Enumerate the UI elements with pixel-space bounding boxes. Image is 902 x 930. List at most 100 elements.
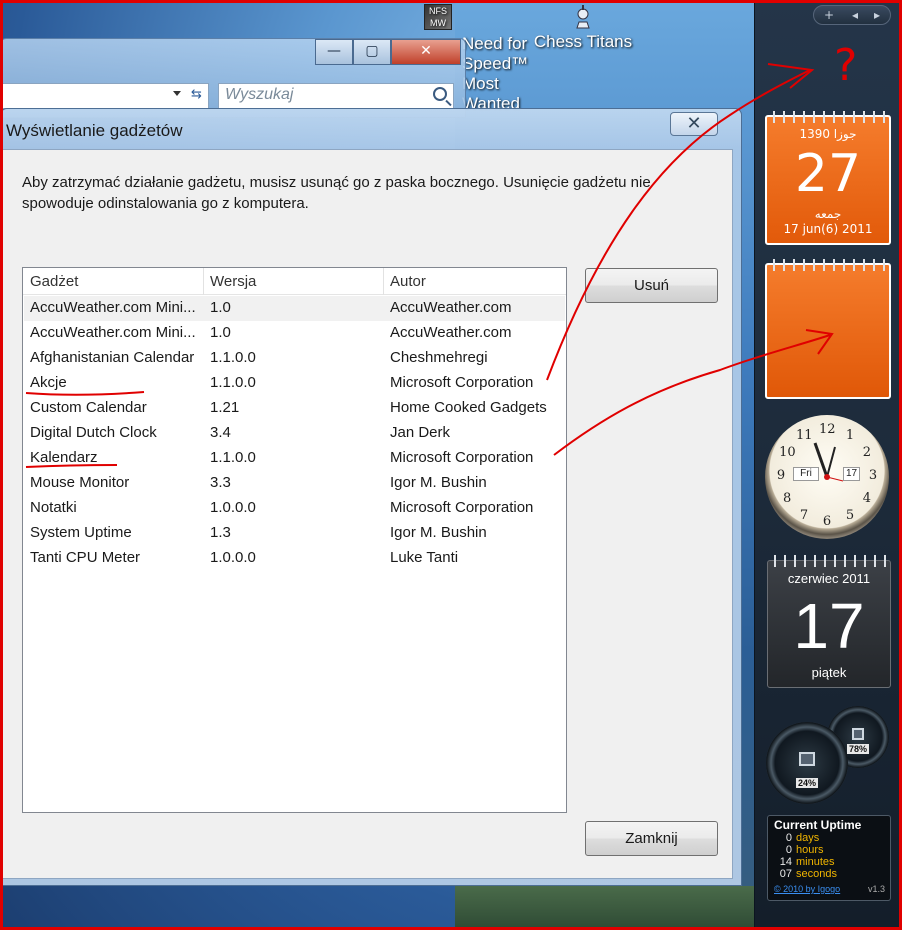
- next-page-button[interactable]: ▸: [874, 8, 880, 22]
- cell-version: 1.0.0.0: [210, 499, 256, 516]
- address-bar[interactable]: [1, 83, 209, 109]
- uptime-unit: seconds: [796, 868, 837, 880]
- column-header-author[interactable]: Autor: [390, 273, 426, 290]
- table-row[interactable]: Mouse Monitor 3.3 Igor M. Bushin: [24, 471, 565, 496]
- chevron-down-icon[interactable]: [173, 91, 181, 96]
- table-row[interactable]: AccuWeather.com Mini... 1.0 AccuWeather.co…: [24, 321, 565, 346]
- cell-author: Microsoft Corporation: [390, 449, 534, 466]
- desktop-icon-chess-titans[interactable]: Chess Titans: [528, 4, 638, 52]
- cell-version: 1.0: [210, 324, 231, 341]
- uptime-gadget[interactable]: Current Uptime 0 days 0 hours 14 minutes 07 sec…: [767, 815, 891, 901]
- remove-button[interactable]: Usuń: [585, 268, 718, 303]
- list-header: Gadżet Wersja Autor: [23, 268, 566, 295]
- cell-gadget: Mouse Monitor: [30, 474, 130, 491]
- search-icon[interactable]: [433, 87, 447, 101]
- column-divider[interactable]: [383, 268, 384, 295]
- cell-author: Igor M. Bushin: [390, 524, 487, 541]
- gadgets-dialog: Wyświetlanie gadżetów ✕ Aby zatrzymać dz…: [0, 108, 742, 886]
- table-row[interactable]: Notatki 1.0.0.0 Microsoft Corporation: [24, 496, 565, 521]
- calendar-weekday: piątek: [811, 665, 847, 680]
- afghan-calendar-date: 17 jun(6) 2011: [783, 222, 873, 236]
- memory-icon: [852, 728, 864, 740]
- close-dialog-button[interactable]: Zamknij: [585, 821, 718, 856]
- table-row[interactable]: Custom Calendar 1.21 Home Cooked Gadgets: [24, 396, 565, 421]
- add-gadget-button[interactable]: +: [824, 8, 834, 22]
- table-row[interactable]: Afghanistanian Calendar 1.1.0.0 Cheshmehre…: [24, 346, 565, 371]
- cell-author: AccuWeather.com: [390, 324, 512, 341]
- afghan-calendar-day: 27: [794, 144, 862, 204]
- uptime-row: 0 hours: [774, 844, 824, 856]
- uptime-unit: hours: [796, 844, 824, 856]
- cell-author: Luke Tanti: [390, 549, 459, 566]
- cell-author: Home Cooked Gadgets: [390, 399, 547, 416]
- calendar-rings: [768, 555, 890, 567]
- calendar-gadget[interactable]: czerwiec 2011 17 piątek: [767, 555, 891, 688]
- calendar-rings: [767, 111, 889, 123]
- table-row[interactable]: Digital Dutch Clock 3.4 Jan Derk: [24, 421, 565, 446]
- cell-version: 1.0.0.0: [210, 549, 256, 566]
- table-row[interactable]: System Uptime 1.3 Igor M. Bushin: [24, 521, 565, 546]
- table-row[interactable]: Akcje 1.1.0.0 Microsoft Corporation: [24, 371, 565, 396]
- uptime-row: 07 seconds: [774, 868, 837, 880]
- cell-author: Cheshmehregi: [390, 349, 488, 366]
- cell-version: 1.21: [210, 399, 240, 416]
- memory-usage: 78%: [846, 744, 870, 754]
- uptime-row: 14 minutes: [774, 856, 835, 868]
- cell-version: 1.3: [210, 524, 231, 541]
- cpu-icon: [799, 752, 815, 766]
- uptime-credit-link[interactable]: © 2010 by Igogo: [774, 884, 840, 894]
- maximize-button[interactable]: ▢: [353, 39, 391, 65]
- cell-gadget: System Uptime: [30, 524, 132, 541]
- clock-gadget[interactable]: 12 1 2 3 4 5 6 7 8 9 10 11 Fri 17: [765, 415, 889, 539]
- cell-gadget: Digital Dutch Clock: [30, 424, 157, 441]
- cell-gadget: AccuWeather.com Mini...: [30, 324, 196, 341]
- previous-page-button[interactable]: ◂: [852, 8, 858, 22]
- minimize-button[interactable]: —: [315, 39, 353, 65]
- uptime-version: v1.3: [867, 884, 885, 894]
- table-row[interactable]: AccuWeather.com Mini... 1.0 AccuWeather.co…: [24, 296, 565, 321]
- cell-gadget: Akcje: [30, 374, 67, 391]
- search-input[interactable]: Wyszukaj: [218, 83, 454, 109]
- refresh-icon[interactable]: ⇆: [191, 87, 202, 102]
- cell-gadget: AccuWeather.com Mini...: [30, 299, 196, 316]
- cell-version: 1.0: [210, 299, 231, 316]
- cell-version: 1.1.0.0: [210, 349, 256, 366]
- blank-calendar-gadget[interactable]: [765, 259, 891, 399]
- cell-author: Jan Derk: [390, 424, 451, 441]
- cell-author: Microsoft Corporation: [390, 499, 534, 516]
- cell-gadget: Afghanistanian Calendar: [30, 349, 195, 366]
- uptime-title: Current Uptime: [774, 818, 862, 832]
- calendar-rings: [767, 259, 889, 271]
- dialog-title: Wyświetlanie gadżetów: [6, 121, 183, 140]
- cell-gadget: Custom Calendar: [30, 399, 147, 416]
- desktop-wallpaper-bottom: [455, 886, 755, 930]
- uptime-value: 14: [779, 856, 792, 868]
- cell-author: Microsoft Corporation: [390, 374, 534, 391]
- calendar-month: czerwiec 2011: [787, 571, 871, 586]
- column-divider[interactable]: [203, 268, 204, 295]
- column-header-version[interactable]: Wersja: [210, 273, 256, 290]
- cell-version: 1.1.0.0: [210, 449, 256, 466]
- cell-gadget: Notatki: [30, 499, 77, 516]
- afghan-calendar-gadget[interactable]: 1390 جوزا 27 جمعه 17 jun(6) 2011: [765, 111, 891, 245]
- window-close-button[interactable]: ✕: [391, 39, 461, 65]
- cpu-meter[interactable]: 24%: [766, 722, 848, 804]
- desktop-icon-nfs[interactable]: NFS MW: [418, 4, 458, 32]
- afghan-calendar-weekday: جمعه: [814, 207, 842, 221]
- uptime-row: 0 days: [774, 832, 819, 844]
- uptime-value: 07: [779, 868, 792, 880]
- uptime-unit: minutes: [796, 856, 835, 868]
- dialog-close-button[interactable]: ✕: [670, 112, 718, 136]
- table-row[interactable]: Tanti CPU Meter 1.0.0.0 Luke Tanti: [24, 546, 565, 571]
- cell-gadget: Tanti CPU Meter: [30, 549, 141, 566]
- column-header-gadget[interactable]: Gadżet: [30, 273, 78, 290]
- dialog-body: Aby zatrzymać działanie gadżetu, musisz …: [1, 149, 733, 879]
- gadget-list[interactable]: Gadżet Wersja Autor AccuWeather.com Mini…: [22, 267, 567, 813]
- uptime-value: 0: [785, 832, 792, 844]
- calendar-day: 17: [793, 590, 865, 662]
- nfs-icon: NFS MW: [424, 4, 452, 30]
- clock-hands: [813, 442, 844, 482]
- table-row[interactable]: Kalendarz 1.1.0.0 Microsoft Corporation: [24, 446, 565, 471]
- cell-version: 1.1.0.0: [210, 374, 256, 391]
- cell-gadget: Kalendarz: [30, 449, 98, 466]
